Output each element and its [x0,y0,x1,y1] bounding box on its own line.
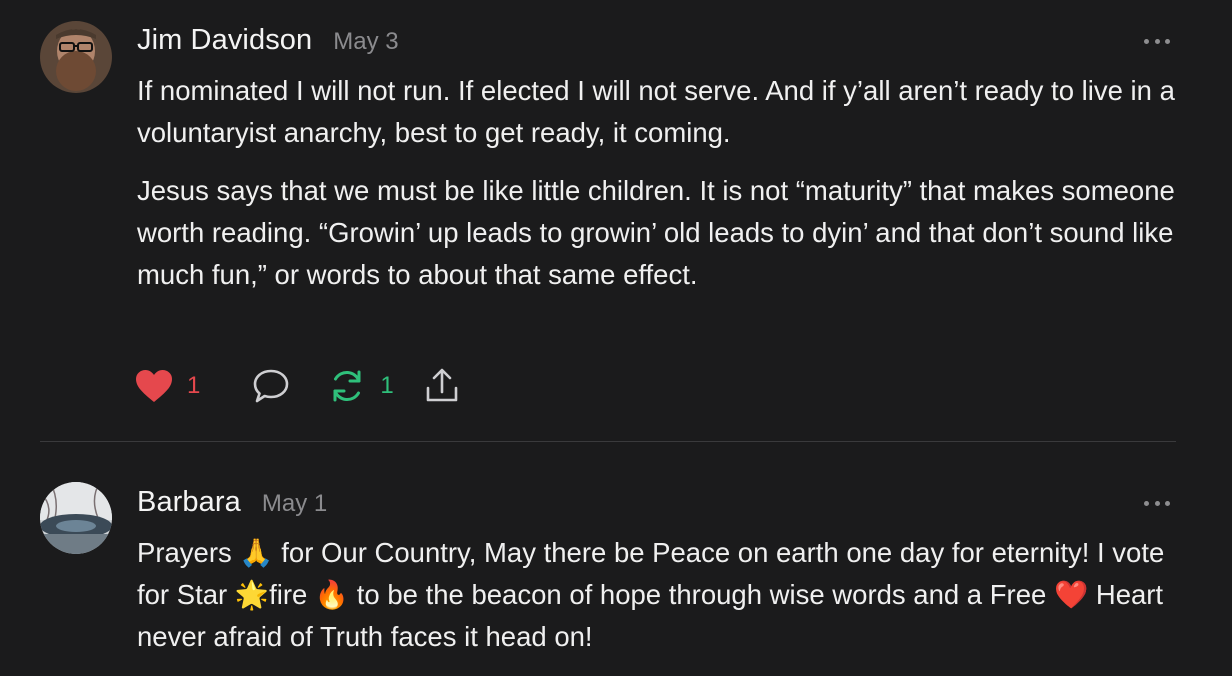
share-icon [426,368,458,402]
more-icon[interactable] [1144,37,1170,45]
red-heart-emoji-icon: ❤️ [1053,579,1089,611]
author-name[interactable]: Jim Davidson [137,24,312,57]
notes-feed: Jim Davidson May 3 If nominated I will n… [0,0,1232,676]
heart-icon [136,370,172,402]
post-header: Jim Davidson May 3 [137,24,399,57]
comment-button[interactable] [252,368,290,404]
restack-icon [333,370,361,402]
post-body: If nominated I will not run. If elected … [137,70,1177,296]
more-icon[interactable] [1144,499,1170,507]
post-date[interactable]: May 1 [262,490,327,518]
text-segment: to be the beacon of hope through wise wo… [349,579,1054,610]
like-count: 1 [187,372,201,399]
post-paragraph: Prayers 🙏 for Our Country, May there be … [137,532,1177,658]
text-segment: fire [269,579,315,610]
like-button[interactable]: 1 [135,369,200,403]
post-actions: 1 1 [135,366,460,406]
folded-hands-emoji-icon: 🙏 [239,537,274,569]
post-divider [40,441,1176,442]
post-date[interactable]: May 3 [333,28,398,56]
share-button[interactable] [424,368,460,404]
text-segment: Prayers [137,537,240,568]
post-paragraph: Jesus says that we must be like little c… [137,175,1175,290]
restack-button[interactable]: 1 [328,368,394,404]
fire-emoji-icon: 🔥 [314,579,350,611]
post-body: Prayers 🙏 for Our Country, May there be … [137,532,1177,658]
glowing-star-emoji-icon: 🌟 [234,579,270,611]
post-header: Barbara May 1 [137,486,327,519]
comment-icon [254,369,289,403]
author-name[interactable]: Barbara [137,486,241,519]
avatar[interactable] [40,21,112,93]
post-paragraph: If nominated I will not run. If elected … [137,75,1175,148]
restack-count: 1 [380,372,394,399]
avatar[interactable] [40,482,112,554]
